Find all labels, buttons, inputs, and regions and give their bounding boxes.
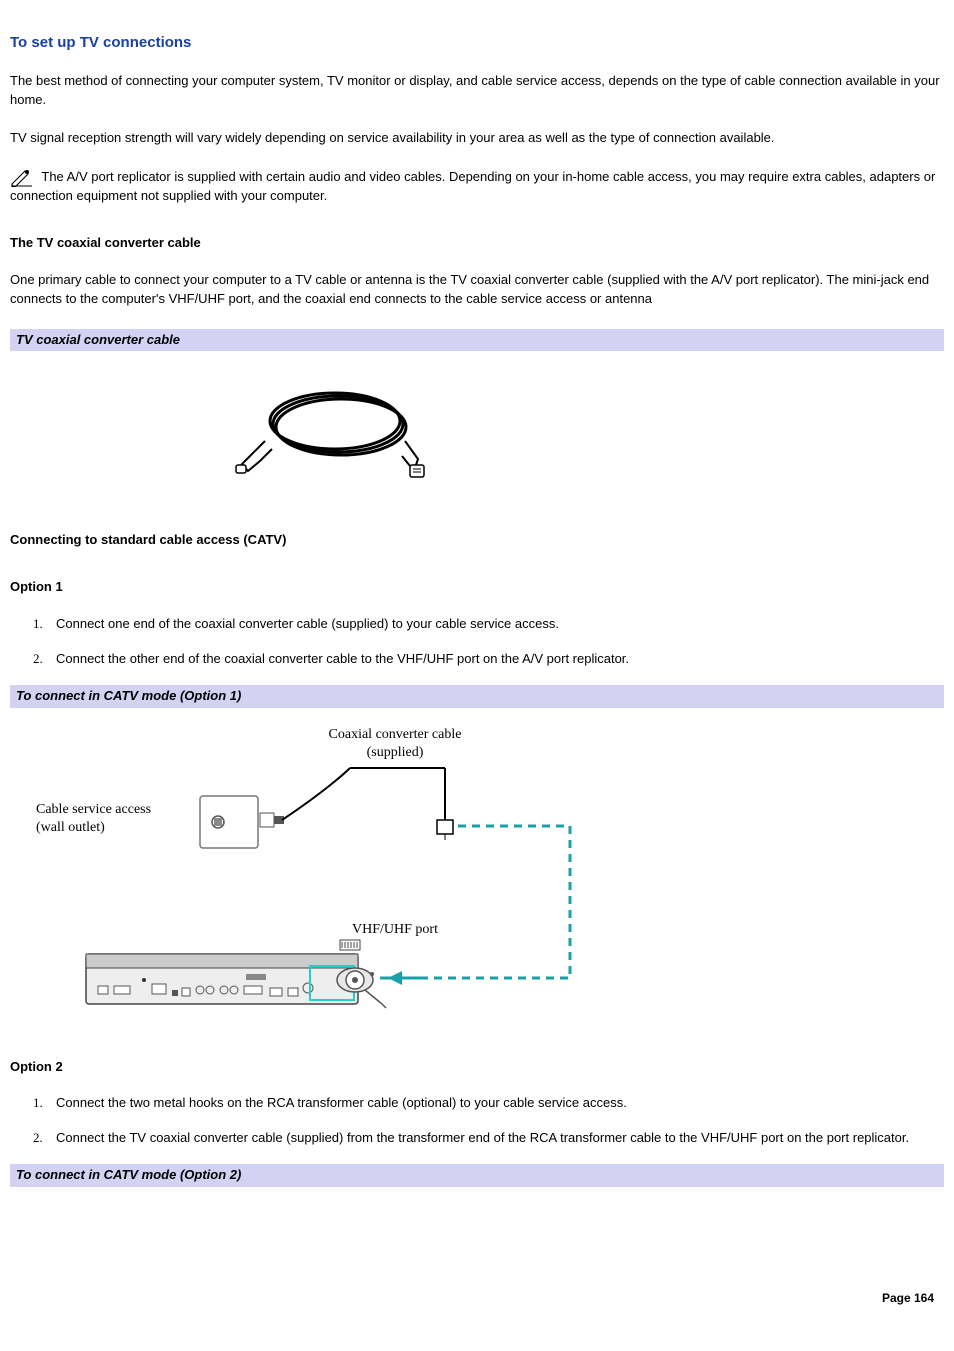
figure-coax-cable <box>10 351 944 491</box>
figure-caption-2: To connect in CATV mode (Option 1) <box>10 685 944 708</box>
subheading-catv: Connecting to standard cable access (CAT… <box>10 531 944 550</box>
figure-catv-option1: Coaxial converter cable (supplied) Cable… <box>10 708 944 1028</box>
option1-steps-list: Connect one end of the coaxial converter… <box>46 615 944 669</box>
figure-caption-3: To connect in CATV mode (Option 2) <box>10 1164 944 1187</box>
subheading-coax: The TV coaxial converter cable <box>10 234 944 253</box>
diagram-label-left2: (wall outlet) <box>36 820 105 835</box>
page-number: Page 164 <box>882 1290 934 1307</box>
diagram-label-top: Coaxial converter cable <box>329 727 462 742</box>
document-page: To set up TV connections The best method… <box>0 0 954 1187</box>
option1-step2: Connect the other end of the coaxial con… <box>46 650 944 669</box>
page-heading: To set up TV connections <box>10 32 944 54</box>
pencil-note-icon <box>10 169 34 187</box>
note-block: The A/V port replicator is supplied with… <box>10 168 944 206</box>
figure-caption-1: TV coaxial converter cable <box>10 329 944 352</box>
option1-heading: Option 1 <box>10 578 944 597</box>
option1-step1: Connect one end of the coaxial converter… <box>46 615 944 634</box>
paragraph-coax: One primary cable to connect your comput… <box>10 271 944 309</box>
diagram-label-left: Cable service access <box>36 802 151 817</box>
diagram-label-top2: (supplied) <box>367 745 424 760</box>
option2-steps-list: Connect the two metal hooks on the RCA t… <box>46 1094 944 1148</box>
note-text: The A/V port replicator is supplied with… <box>10 169 935 203</box>
paragraph-intro-2: TV signal reception strength will vary w… <box>10 129 944 148</box>
option2-heading: Option 2 <box>10 1058 944 1077</box>
paragraph-intro-1: The best method of connecting your compu… <box>10 72 944 110</box>
option2-step2: Connect the TV coaxial converter cable (… <box>46 1129 944 1148</box>
diagram-label-port: VHF/UHF port <box>352 922 438 937</box>
option2-step1: Connect the two metal hooks on the RCA t… <box>46 1094 944 1113</box>
